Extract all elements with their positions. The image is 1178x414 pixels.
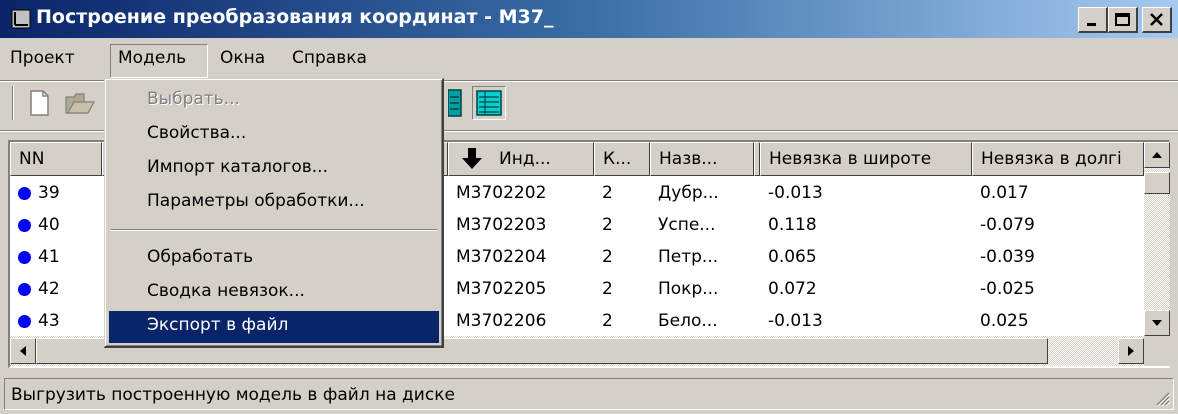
cell-k: 2 [602, 279, 613, 299]
toolbar-grip [12, 86, 14, 120]
resize-grip-icon[interactable] [1153, 389, 1171, 407]
minimize-icon [1087, 23, 1096, 26]
menu-item-processing-params[interactable]: Параметры обработки... [109, 187, 439, 219]
cell-name: Покр... [658, 279, 719, 299]
arrow-left-icon [20, 346, 26, 356]
cell-nn: 41 [38, 247, 60, 267]
close-icon [1150, 13, 1163, 26]
open-file-button[interactable] [62, 86, 106, 120]
sort-down-arrow-icon [462, 148, 482, 169]
cell-index: M3702204 [456, 247, 547, 267]
column-header-index-label: Инд... [499, 149, 551, 169]
cell-name: Петр... [658, 247, 719, 267]
close-button[interactable] [1142, 7, 1172, 33]
vertical-scrollbar[interactable] [1144, 142, 1170, 336]
cell-dlat: -0.013 [768, 183, 823, 203]
menu-item-properties[interactable]: Свойства... [109, 119, 439, 151]
app-icon [11, 9, 31, 29]
cell-k: 2 [602, 247, 613, 267]
maximize-button[interactable] [1108, 7, 1138, 33]
cell-index: M3702205 [456, 279, 547, 299]
column-header-name[interactable]: Назв... [650, 142, 754, 176]
open-folder-icon [65, 93, 96, 114]
cell-index: M3702202 [456, 183, 547, 203]
arrow-right-icon [1128, 346, 1134, 356]
menu-item-residual-summary[interactable]: Сводка невязок... [109, 277, 439, 309]
cell-dlat: 0.072 [768, 279, 817, 299]
cell-dlat: 0.065 [768, 247, 817, 267]
cell-nn: 39 [38, 183, 60, 203]
app-window: Построение преобразования координат - M3… [0, 0, 1178, 414]
menu-separator [111, 229, 437, 231]
cell-name: Успе... [658, 215, 716, 235]
details-view-icon [476, 90, 502, 116]
cell-k: 2 [602, 183, 613, 203]
status-text: Выгрузить построенную модель в файл на д… [11, 385, 455, 405]
new-file-button[interactable] [22, 86, 56, 120]
cell-dlat: -0.013 [768, 311, 823, 331]
scroll-right-button[interactable] [1118, 338, 1144, 364]
minimize-button[interactable] [1078, 7, 1108, 33]
scroll-up-button[interactable] [1144, 142, 1170, 168]
arrow-down-icon [1152, 320, 1162, 326]
cell-dlon: -0.079 [980, 215, 1035, 235]
cell-name: Дубр... [658, 183, 719, 203]
column-header-dlat[interactable]: Невязка в широте [760, 142, 972, 176]
scroll-corner [1144, 336, 1170, 366]
column-header-nn[interactable]: NN [10, 142, 102, 176]
cell-dlat: 0.118 [768, 215, 817, 235]
menu-item-process[interactable]: Обработать [109, 243, 439, 275]
menu-model[interactable]: Модель [118, 48, 186, 68]
cell-dlon: -0.025 [980, 279, 1035, 299]
cell-k: 2 [602, 215, 613, 235]
cell-nn: 43 [38, 311, 60, 331]
arrow-up-icon [1152, 152, 1162, 158]
menu-help[interactable]: Справка [292, 48, 367, 68]
title-bar[interactable]: Построение преобразования координат - M3… [0, 0, 1178, 38]
column-header-k[interactable]: К... [594, 142, 650, 176]
menu-item-select[interactable]: Выбрать... [109, 85, 439, 117]
cell-nn: 40 [38, 215, 60, 235]
cell-dlon: 0.017 [980, 183, 1029, 203]
cell-dlon: -0.039 [980, 247, 1035, 267]
column-header-dlon[interactable]: Невязка в долгі [972, 142, 1144, 176]
status-bar: Выгрузить построенную модель в файл на д… [4, 378, 1174, 410]
cell-nn: 42 [38, 279, 60, 299]
model-menu-dropdown: Выбрать... Свойства... Импорт каталогов.… [104, 78, 444, 348]
scroll-left-button[interactable] [10, 338, 36, 364]
view-button-2[interactable] [472, 86, 506, 120]
menu-item-import-catalogs[interactable]: Импорт каталогов... [109, 153, 439, 185]
cell-index: M3702206 [456, 311, 547, 331]
menu-windows[interactable]: Окна [220, 48, 265, 68]
menu-item-export-file[interactable]: Экспорт в файл [109, 311, 439, 343]
cell-name: Бело... [658, 311, 718, 331]
scroll-down-button[interactable] [1144, 310, 1170, 336]
vertical-scroll-thumb[interactable] [1144, 172, 1170, 194]
cell-k: 2 [602, 311, 613, 331]
window-title: Построение преобразования координат - M3… [36, 6, 554, 28]
maximize-icon [1115, 13, 1130, 26]
cell-dlon: 0.025 [980, 311, 1029, 331]
menu-project[interactable]: Проект [10, 48, 75, 68]
new-file-icon [30, 90, 49, 116]
cell-index: M3702203 [456, 215, 547, 235]
